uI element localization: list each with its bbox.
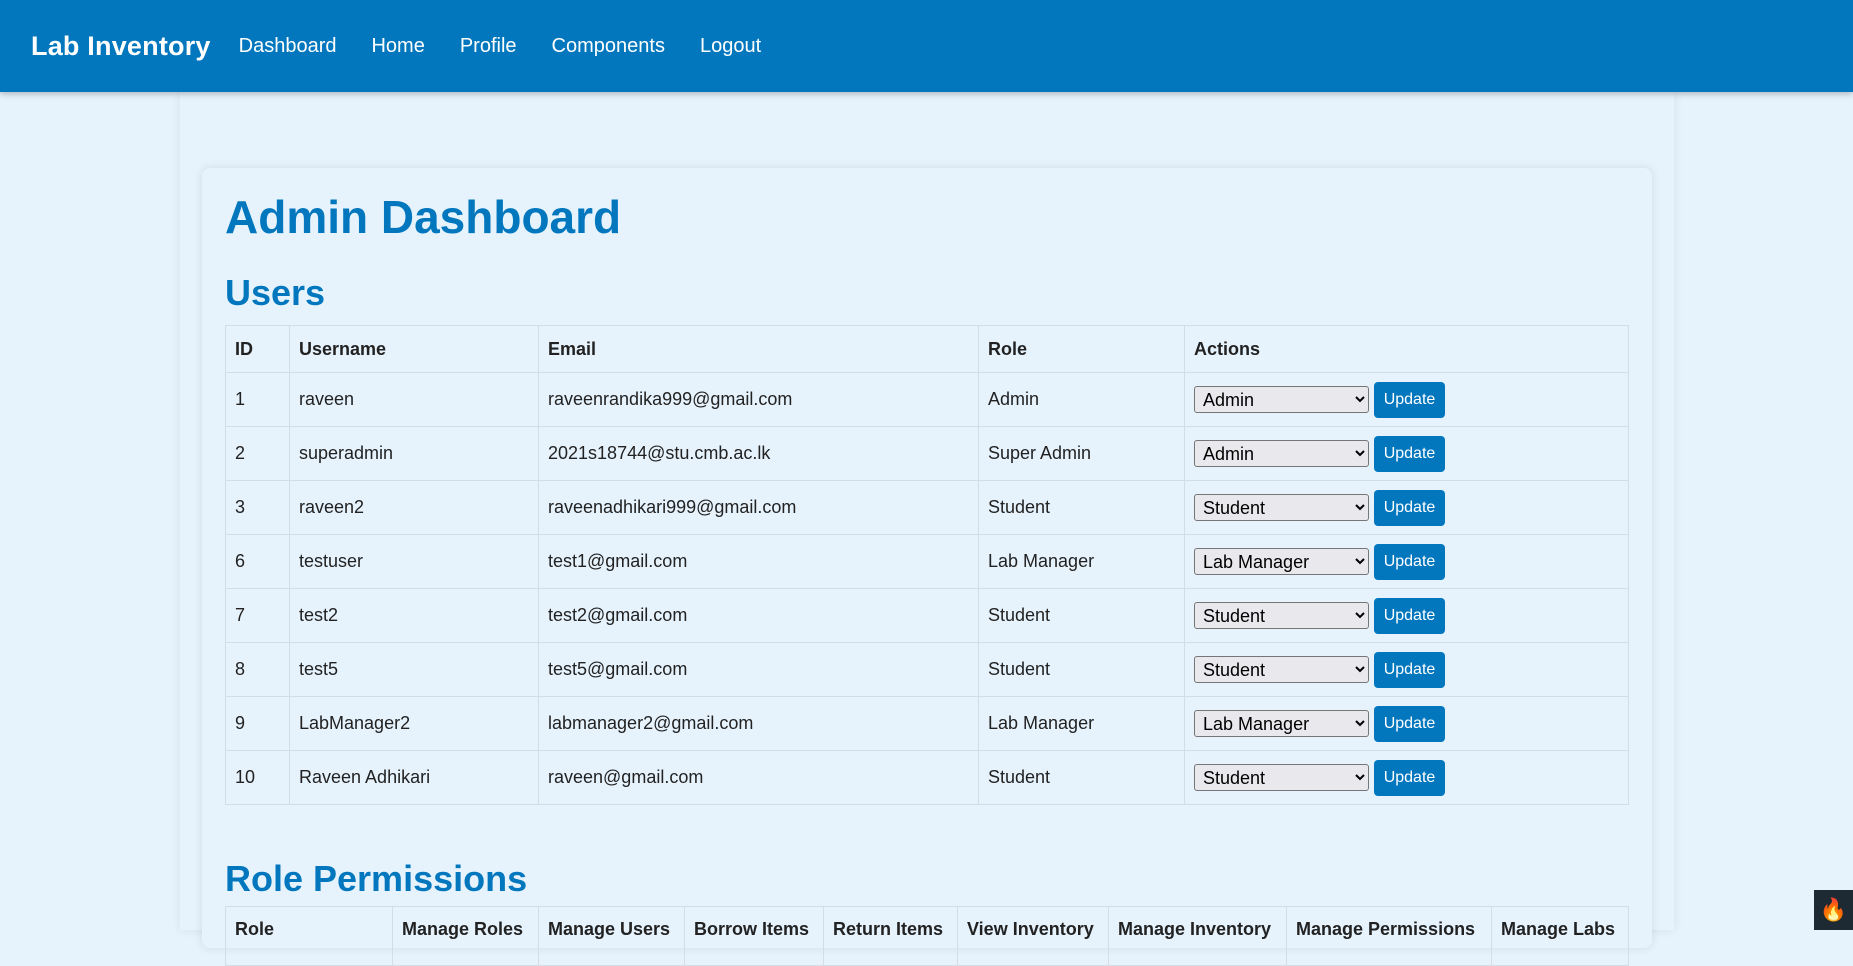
perm-header-manage-users: Manage Users (539, 907, 685, 966)
users-table: ID Username Email Role Actions 1raveenra… (225, 325, 1629, 805)
table-row: 1raveenraveenrandika999@gmail.comAdminAd… (226, 373, 1629, 427)
cell-id: 1 (226, 373, 290, 427)
role-select[interactable]: Lab Manager (1194, 710, 1369, 737)
users-table-header-row: ID Username Email Role Actions (226, 326, 1629, 373)
cell-username: raveen (290, 373, 539, 427)
nav-link-components[interactable]: Components (552, 35, 665, 58)
cell-username: test5 (290, 643, 539, 697)
permissions-header-row: Role Manage Roles Manage Users Borrow It… (226, 907, 1629, 966)
nav-link-logout[interactable]: Logout (700, 35, 761, 58)
cell-role: Admin (979, 373, 1185, 427)
cell-email: test2@gmail.com (539, 589, 979, 643)
update-button[interactable]: Update (1374, 382, 1445, 418)
cell-id: 8 (226, 643, 290, 697)
cell-role: Student (979, 751, 1185, 805)
table-row: 6testusertest1@gmail.comLab ManagerLab M… (226, 535, 1629, 589)
perm-header-borrow-items: Borrow Items (685, 907, 824, 966)
perm-header-manage-permissions: Manage Permissions (1287, 907, 1492, 966)
header-id: ID (226, 326, 290, 373)
table-row: 10Raveen Adhikariraveen@gmail.comStudent… (226, 751, 1629, 805)
header-email: Email (539, 326, 979, 373)
update-button[interactable]: Update (1374, 706, 1445, 742)
update-button[interactable]: Update (1374, 760, 1445, 796)
table-row: 9LabManager2labmanager2@gmail.comLab Man… (226, 697, 1629, 751)
cell-actions: Lab ManagerUpdate (1185, 535, 1629, 589)
cell-actions: AdminUpdate (1185, 373, 1629, 427)
fire-icon[interactable]: 🔥 (1814, 890, 1853, 930)
header-username: Username (290, 326, 539, 373)
users-heading: Users (225, 272, 325, 314)
cell-email: raveenadhikari999@gmail.com (539, 481, 979, 535)
cell-actions: StudentUpdate (1185, 751, 1629, 805)
perm-header-manage-roles: Manage Roles (393, 907, 539, 966)
cell-role: Student (979, 481, 1185, 535)
role-select[interactable]: Student (1194, 602, 1369, 629)
cell-username: Raveen Adhikari (290, 751, 539, 805)
role-select[interactable]: Admin (1194, 440, 1369, 467)
nav-link-profile[interactable]: Profile (460, 35, 517, 58)
role-select[interactable]: Lab Manager (1194, 548, 1369, 575)
role-permissions-table: Role Manage Roles Manage Users Borrow It… (225, 906, 1629, 966)
update-button[interactable]: Update (1374, 544, 1445, 580)
cell-username: test2 (290, 589, 539, 643)
cell-actions: StudentUpdate (1185, 589, 1629, 643)
update-button[interactable]: Update (1374, 652, 1445, 688)
perm-header-role: Role (226, 907, 393, 966)
main-container: Admin Dashboard Users ID Username Email … (180, 92, 1674, 930)
cell-id: 3 (226, 481, 290, 535)
update-button[interactable]: Update (1374, 490, 1445, 526)
nav-link-home[interactable]: Home (371, 35, 424, 58)
table-row: 2superadmin2021s18744@stu.cmb.ac.lkSuper… (226, 427, 1629, 481)
header-role: Role (979, 326, 1185, 373)
cell-username: raveen2 (290, 481, 539, 535)
nav-link-dashboard[interactable]: Dashboard (239, 35, 337, 58)
cell-role: Student (979, 643, 1185, 697)
cell-id: 10 (226, 751, 290, 805)
dashboard-card: Admin Dashboard Users ID Username Email … (202, 168, 1652, 948)
table-row: 3raveen2raveenadhikari999@gmail.comStude… (226, 481, 1629, 535)
role-permissions-heading: Role Permissions (225, 858, 527, 900)
perm-header-view-inventory: View Inventory (958, 907, 1109, 966)
cell-role: Lab Manager (979, 697, 1185, 751)
cell-actions: Lab ManagerUpdate (1185, 697, 1629, 751)
role-select[interactable]: Student (1194, 656, 1369, 683)
update-button[interactable]: Update (1374, 436, 1445, 472)
perm-header-return-items: Return Items (824, 907, 958, 966)
page-title: Admin Dashboard (225, 190, 621, 244)
table-row: 7test2test2@gmail.comStudentStudentUpdat… (226, 589, 1629, 643)
cell-role: Lab Manager (979, 535, 1185, 589)
cell-email: test5@gmail.com (539, 643, 979, 697)
cell-actions: StudentUpdate (1185, 481, 1629, 535)
perm-header-manage-inventory: Manage Inventory (1109, 907, 1287, 966)
cell-id: 6 (226, 535, 290, 589)
update-button[interactable]: Update (1374, 598, 1445, 634)
cell-role: Super Admin (979, 427, 1185, 481)
cell-role: Student (979, 589, 1185, 643)
cell-username: LabManager2 (290, 697, 539, 751)
role-select[interactable]: Student (1194, 764, 1369, 791)
cell-email: 2021s18744@stu.cmb.ac.lk (539, 427, 979, 481)
role-select[interactable]: Admin (1194, 386, 1369, 413)
cell-email: test1@gmail.com (539, 535, 979, 589)
perm-header-manage-labs: Manage Labs (1492, 907, 1629, 966)
cell-username: testuser (290, 535, 539, 589)
cell-email: labmanager2@gmail.com (539, 697, 979, 751)
table-row: 8test5test5@gmail.comStudentStudentUpdat… (226, 643, 1629, 697)
cell-email: raveenrandika999@gmail.com (539, 373, 979, 427)
cell-id: 7 (226, 589, 290, 643)
cell-id: 9 (226, 697, 290, 751)
cell-actions: StudentUpdate (1185, 643, 1629, 697)
cell-id: 2 (226, 427, 290, 481)
brand-logo-text[interactable]: Lab Inventory (31, 31, 211, 62)
cell-actions: AdminUpdate (1185, 427, 1629, 481)
top-navbar: Lab Inventory Dashboard Home Profile Com… (0, 0, 1853, 92)
role-select[interactable]: Student (1194, 494, 1369, 521)
cell-username: superadmin (290, 427, 539, 481)
cell-email: raveen@gmail.com (539, 751, 979, 805)
header-actions: Actions (1185, 326, 1629, 373)
